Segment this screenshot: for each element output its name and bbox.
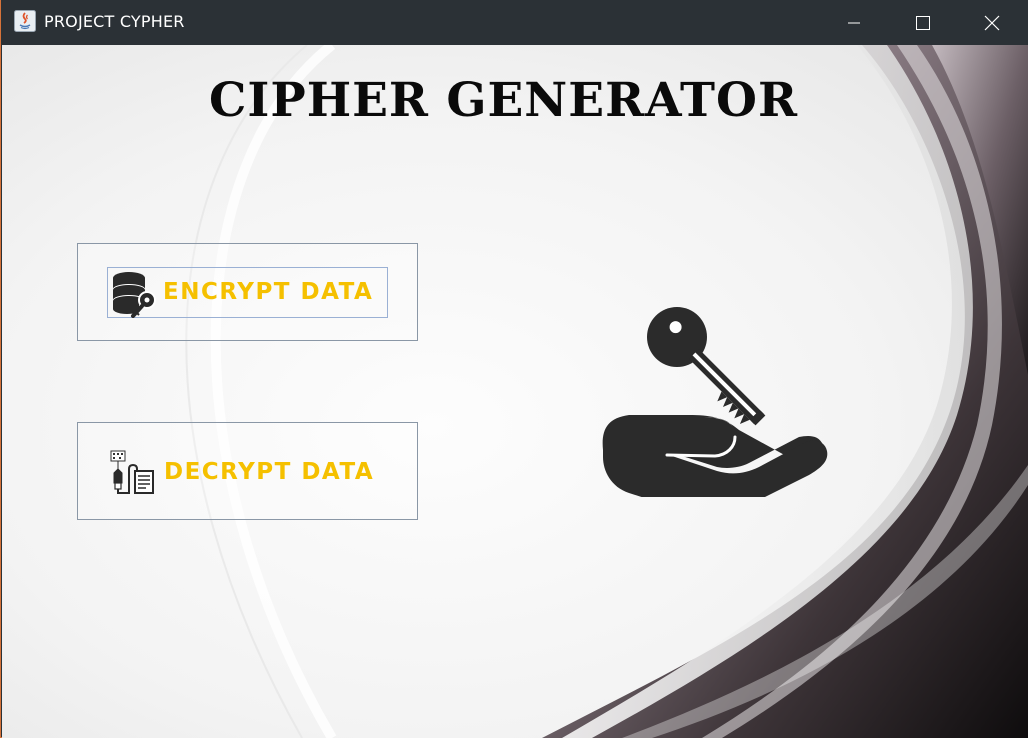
encrypt-data-button[interactable]: ENCRYPT DATA [77, 243, 418, 341]
app-window: PROJECT CYPHER CIPHER GENERATOR ENCRYPT … [0, 0, 1028, 738]
maximize-icon [915, 15, 930, 30]
main-panel: CIPHER GENERATOR ENCRYPT DATA DECRYPT DA… [2, 45, 1028, 738]
maximize-button[interactable] [888, 0, 957, 45]
page-title: CIPHER GENERATOR [208, 73, 799, 128]
encrypt-data-label: ENCRYPT DATA [163, 279, 374, 305]
background-swoosh [2, 45, 1028, 738]
minimize-button[interactable] [819, 0, 888, 45]
close-icon [984, 15, 999, 30]
decrypt-usb-document-icon [110, 450, 154, 494]
minimize-icon [847, 22, 860, 23]
key-in-hand-icon [602, 307, 828, 497]
decrypt-data-button[interactable]: DECRYPT DATA [77, 422, 418, 520]
title-bar[interactable]: PROJECT CYPHER [1, 0, 1028, 45]
database-key-icon [113, 272, 156, 318]
java-app-icon [14, 10, 36, 32]
close-button[interactable] [957, 0, 1026, 45]
window-title: PROJECT CYPHER [44, 12, 185, 31]
decrypt-data-label: DECRYPT DATA [164, 459, 375, 485]
